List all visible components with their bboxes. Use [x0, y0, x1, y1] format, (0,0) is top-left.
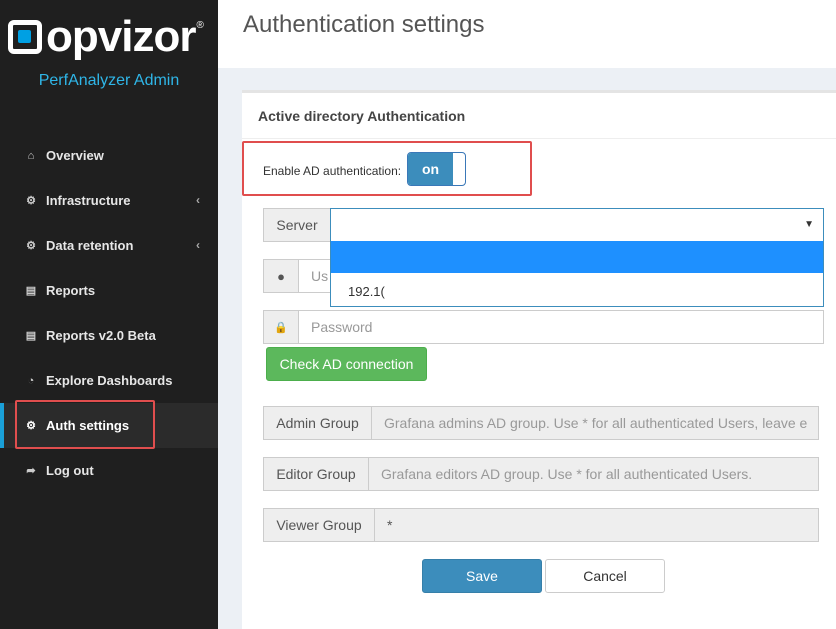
sidebar-item-label: Data retention	[46, 238, 134, 253]
password-addon: 🔒	[263, 310, 299, 344]
admin-group-label: Admin Group	[263, 406, 372, 440]
viewer-group-label: Viewer Group	[263, 508, 375, 542]
sidebar-item-infrastructure[interactable]: ⚙ Infrastructure ‹	[0, 178, 218, 223]
logo-text: opvizor	[46, 12, 196, 61]
save-button[interactable]: Save	[422, 559, 542, 593]
server-dropdown: 192.1(	[330, 241, 824, 307]
sidebar: opvizor ® PerfAnalyzer Admin ⌂ Overview …	[0, 0, 218, 629]
viewer-group-value: *	[387, 517, 393, 533]
sidebar-item-log-out[interactable]: ➦ Log out	[0, 448, 218, 493]
sidebar-item-overview[interactable]: ⌂ Overview	[0, 133, 218, 178]
editor-group-input[interactable]: Grafana editors AD group. Use * for all …	[368, 457, 819, 491]
logo-mark	[8, 20, 42, 54]
panel-divider	[242, 138, 836, 139]
panel-title: Active directory Authentication	[258, 108, 466, 124]
sidebar-item-label: Explore Dashboards	[46, 373, 173, 388]
caret-down-icon: ▼	[804, 219, 814, 230]
password-placeholder: Password	[311, 319, 373, 335]
editor-group-label: Editor Group	[263, 457, 369, 491]
check-ad-connection-button[interactable]: Check AD connection	[266, 347, 427, 381]
user-addon: ●	[263, 259, 299, 293]
highlight-box-enable-ad	[242, 141, 532, 196]
cogs-icon: ⚙	[26, 195, 36, 207]
editor-group-placeholder: Grafana editors AD group. Use * for all …	[381, 466, 753, 482]
server-option-empty[interactable]	[331, 241, 823, 273]
server-select[interactable]: ▼	[330, 208, 824, 242]
page-header: Authentication settings	[218, 0, 836, 68]
server-label: Server	[263, 208, 331, 242]
home-icon: ⌂	[27, 149, 35, 162]
sidebar-item-label: Reports v2.0 Beta	[46, 328, 156, 343]
dashboard-icon: ◔	[27, 374, 35, 387]
sidebar-item-label: Overview	[46, 148, 104, 163]
sidebar-item-label: Log out	[46, 463, 94, 478]
opvizor-logo: opvizor ®	[8, 14, 204, 60]
admin-group-placeholder: Grafana admins AD group. Use * for all a…	[384, 415, 808, 431]
sidebar-item-label: Infrastructure	[46, 193, 131, 208]
viewer-group-input[interactable]: *	[374, 508, 819, 542]
sidebar-item-label: Reports	[46, 283, 96, 298]
chevron-left-icon: ‹	[196, 238, 200, 252]
sidebar-item-data-retention[interactable]: ⚙ Data retention ‹	[0, 223, 218, 268]
cancel-button[interactable]: Cancel	[545, 559, 665, 593]
sidebar-item-explore-dashboards[interactable]: ◔ Explore Dashboards	[0, 358, 218, 403]
app-subtitle: PerfAnalyzer Admin	[38, 72, 180, 89]
sidebar-item-reports-v2[interactable]: ▤ Reports v2.0 Beta	[0, 313, 218, 358]
report-icon: ▤	[25, 330, 37, 342]
password-input[interactable]: Password	[298, 310, 824, 344]
server-option-ip[interactable]: 192.1(	[348, 284, 393, 299]
highlight-box-auth-settings	[15, 400, 155, 449]
user-icon: ●	[277, 268, 285, 284]
chevron-left-icon: ‹	[196, 193, 200, 207]
sidebar-item-reports[interactable]: ▤ Reports	[0, 268, 218, 313]
registered-mark: ®	[196, 20, 204, 31]
lock-icon: 🔒	[274, 321, 288, 334]
username-placeholder: Us	[311, 268, 329, 284]
page-title: Authentication settings	[243, 11, 485, 38]
admin-group-input[interactable]: Grafana admins AD group. Use * for all a…	[371, 406, 819, 440]
report-icon: ▤	[25, 285, 37, 297]
logout-icon: ➦	[26, 465, 36, 477]
cogs-icon: ⚙	[26, 240, 36, 252]
